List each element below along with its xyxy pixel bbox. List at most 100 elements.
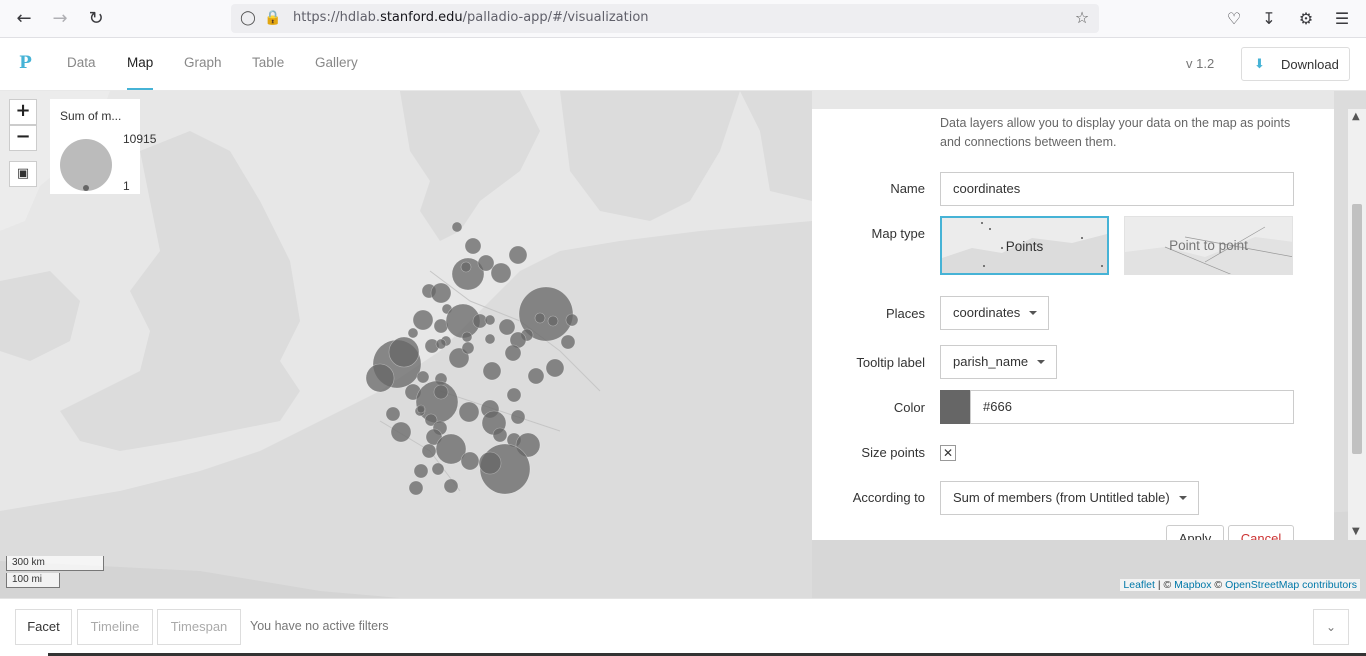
- map-point[interactable]: [490, 262, 512, 284]
- osm-link[interactable]: OpenStreetMap contributors: [1225, 579, 1357, 591]
- attrib-sep: | ©: [1154, 579, 1175, 591]
- leaflet-link[interactable]: Leaflet: [1123, 579, 1155, 591]
- map-point[interactable]: [510, 409, 526, 425]
- url-text[interactable]: https://hdlab.stanford.edu/palladio-app/…: [293, 10, 649, 25]
- caret-down-icon: [1029, 311, 1038, 315]
- fit-bounds-icon[interactable]: ▣: [9, 161, 37, 187]
- map-point[interactable]: [365, 363, 395, 393]
- map-point[interactable]: [460, 451, 480, 471]
- according-to-dropdown[interactable]: Sum of members (from Untitled table): [940, 481, 1199, 515]
- tab-data[interactable]: Data: [67, 55, 96, 70]
- back-arrow-icon[interactable]: ←: [13, 8, 35, 30]
- map-point[interactable]: [478, 451, 502, 475]
- map-point[interactable]: [408, 480, 424, 496]
- tab-gallery[interactable]: Gallery: [315, 55, 358, 70]
- map-point[interactable]: [461, 331, 473, 343]
- size-points-checkbox[interactable]: ✕: [940, 445, 956, 461]
- map-point[interactable]: [385, 406, 401, 422]
- scrollbar-thumb[interactable]: [1352, 204, 1362, 454]
- map-type-point-to-point[interactable]: Point to point: [1124, 216, 1293, 275]
- map-point[interactable]: [407, 327, 419, 339]
- map-point[interactable]: [527, 367, 545, 385]
- facet-button[interactable]: Facet: [15, 609, 72, 645]
- map-point[interactable]: [504, 344, 522, 362]
- shield-icon[interactable]: ◯: [239, 9, 257, 27]
- map-point[interactable]: [477, 254, 495, 272]
- map-type-points[interactable]: Points: [940, 216, 1109, 275]
- layer-description: Data layers allow you to display your da…: [940, 116, 1291, 149]
- map-point[interactable]: [484, 333, 496, 345]
- map-point[interactable]: [388, 336, 420, 368]
- download-button[interactable]: ⬇ Download: [1241, 47, 1350, 81]
- scroll-up-icon[interactable]: ▲: [1352, 111, 1360, 122]
- color-swatch[interactable]: [940, 390, 970, 424]
- map-point[interactable]: [451, 221, 463, 233]
- filter-footer: Facet Timeline Timespan You have no acti…: [0, 598, 1366, 656]
- map-point[interactable]: [534, 312, 546, 324]
- map-point[interactable]: [508, 245, 528, 265]
- map-point[interactable]: [565, 313, 579, 327]
- map-point[interactable]: [460, 261, 472, 273]
- map-point[interactable]: [492, 427, 508, 443]
- map-point[interactable]: [435, 338, 447, 350]
- name-input[interactable]: coordinates: [940, 172, 1294, 206]
- map-point[interactable]: [506, 387, 522, 403]
- tab-graph[interactable]: Graph: [184, 55, 222, 70]
- color-input[interactable]: #666: [970, 390, 1294, 424]
- map-point[interactable]: [545, 358, 565, 378]
- cancel-button[interactable]: Cancel: [1228, 525, 1294, 540]
- browser-toolbar: ← → ↻ ◯ 🔒 https://hdlab.stanford.edu/pal…: [0, 0, 1366, 38]
- downloads-icon[interactable]: ↧: [1259, 9, 1279, 29]
- legend-title: Sum of m...: [60, 109, 122, 123]
- places-dropdown[interactable]: coordinates: [940, 296, 1050, 330]
- pocket-icon[interactable]: ♡: [1224, 9, 1244, 29]
- download-icon: ⬇: [1254, 56, 1265, 71]
- layer-settings-panel: Data layers allow you to display your da…: [812, 109, 1334, 540]
- mapbox-link[interactable]: Mapbox: [1174, 579, 1211, 591]
- tooltip-label-label: Tooltip label: [856, 355, 925, 370]
- map-point[interactable]: [443, 478, 459, 494]
- timeline-button[interactable]: Timeline: [77, 609, 153, 645]
- lock-icon[interactable]: 🔒: [264, 9, 282, 27]
- map-point[interactable]: [416, 404, 426, 414]
- map-point[interactable]: [431, 462, 445, 476]
- map-point[interactable]: [416, 370, 430, 384]
- legend-circles: [60, 139, 112, 191]
- apply-button[interactable]: Apply: [1166, 525, 1224, 540]
- chevron-down-icon[interactable]: ⌄: [1313, 609, 1349, 645]
- map-point[interactable]: [390, 421, 412, 443]
- map-attribution: Leaflet | © Mapbox © OpenStreetMap contr…: [1120, 579, 1360, 591]
- zoom-out-button[interactable]: −: [9, 125, 37, 151]
- map-point[interactable]: [498, 318, 516, 336]
- extensions-icon[interactable]: ⚙: [1296, 9, 1316, 29]
- tab-table[interactable]: Table: [252, 55, 284, 70]
- map-point[interactable]: [484, 314, 496, 326]
- map-type-point-to-point-label: Point to point: [1169, 238, 1248, 253]
- panel-scrollbar[interactable]: ▲ ▼: [1348, 109, 1366, 540]
- tab-map[interactable]: Map: [127, 55, 154, 90]
- map-point[interactable]: [461, 341, 475, 355]
- forward-arrow-icon[interactable]: →: [49, 8, 71, 30]
- zoom-in-button[interactable]: +: [9, 99, 37, 125]
- tooltip-label-dropdown[interactable]: parish_name: [940, 345, 1058, 379]
- menu-icon[interactable]: ☰: [1332, 9, 1352, 29]
- caret-down-icon: [1037, 360, 1046, 364]
- palladio-logo[interactable]: P: [19, 53, 32, 73]
- places-label: Places: [885, 306, 925, 321]
- map-point[interactable]: [412, 309, 434, 331]
- map-point[interactable]: [560, 334, 576, 350]
- map-point[interactable]: [458, 401, 480, 423]
- bookmark-star-icon[interactable]: ☆: [1073, 9, 1091, 27]
- map-point[interactable]: [482, 361, 502, 381]
- timespan-button[interactable]: Timespan: [157, 609, 241, 645]
- map-point[interactable]: [413, 463, 429, 479]
- scroll-down-icon[interactable]: ▼: [1352, 526, 1360, 537]
- reload-icon[interactable]: ↻: [85, 8, 107, 30]
- url-bar[interactable]: ◯ 🔒 https://hdlab.stanford.edu/palladio-…: [231, 4, 1099, 33]
- map-point[interactable]: [464, 237, 482, 255]
- size-points-label: Size points: [861, 445, 925, 460]
- map-point[interactable]: [547, 315, 559, 327]
- map-point[interactable]: [433, 384, 449, 400]
- map-point[interactable]: [430, 282, 452, 304]
- map-point[interactable]: [421, 443, 437, 459]
